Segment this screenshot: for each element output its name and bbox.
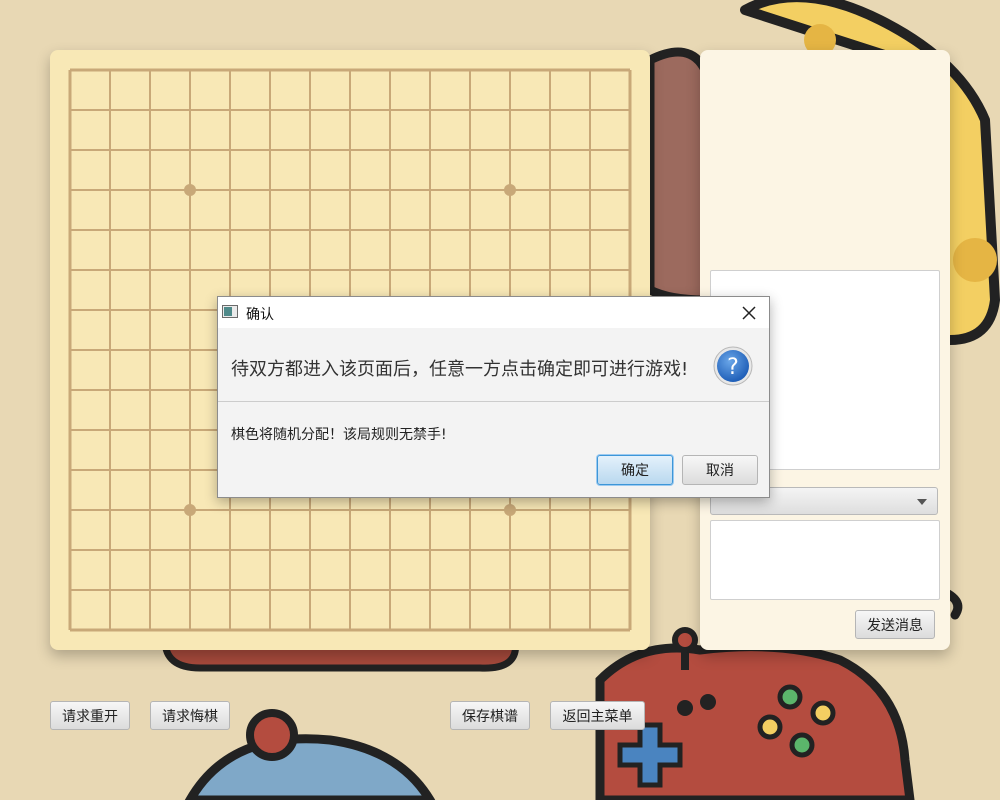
app-window-icon bbox=[222, 305, 238, 318]
cancel-button[interactable]: 取消 bbox=[682, 455, 758, 485]
request-restart-button[interactable]: 请求重开 bbox=[50, 701, 130, 730]
star-point bbox=[504, 504, 516, 516]
dialog-titlebar[interactable]: 确认 bbox=[218, 297, 769, 328]
send-message-button[interactable]: 发送消息 bbox=[855, 610, 935, 639]
message-input[interactable] bbox=[710, 520, 940, 600]
close-icon[interactable] bbox=[740, 304, 758, 322]
dialog-header-text: 待双方都进入该页面后，任意一方点击确定即可进行游戏! bbox=[231, 359, 689, 380]
return-main-menu-button[interactable]: 返回主菜单 bbox=[550, 701, 645, 730]
star-point bbox=[504, 184, 516, 196]
dialog-title: 确认 bbox=[246, 307, 274, 323]
request-undo-button[interactable]: 请求悔棋 bbox=[150, 701, 230, 730]
dialog-content-text: 棋色将随机分配！该局规则无禁手! bbox=[231, 427, 447, 443]
question-icon: ? bbox=[713, 346, 753, 386]
ok-button[interactable]: 确定 bbox=[597, 455, 673, 485]
dialog-header: 待双方都进入该页面后，任意一方点击确定即可进行游戏! ? bbox=[218, 328, 769, 402]
star-point bbox=[184, 504, 196, 516]
chevron-down-icon bbox=[917, 499, 927, 505]
save-game-record-button[interactable]: 保存棋谱 bbox=[450, 701, 530, 730]
confirm-dialog: 确认 待双方都进入该页面后，任意一方点击确定即可进行游戏! ? 棋色将随机分配！… bbox=[217, 296, 770, 498]
star-point bbox=[184, 184, 196, 196]
svg-text:?: ? bbox=[727, 355, 739, 380]
